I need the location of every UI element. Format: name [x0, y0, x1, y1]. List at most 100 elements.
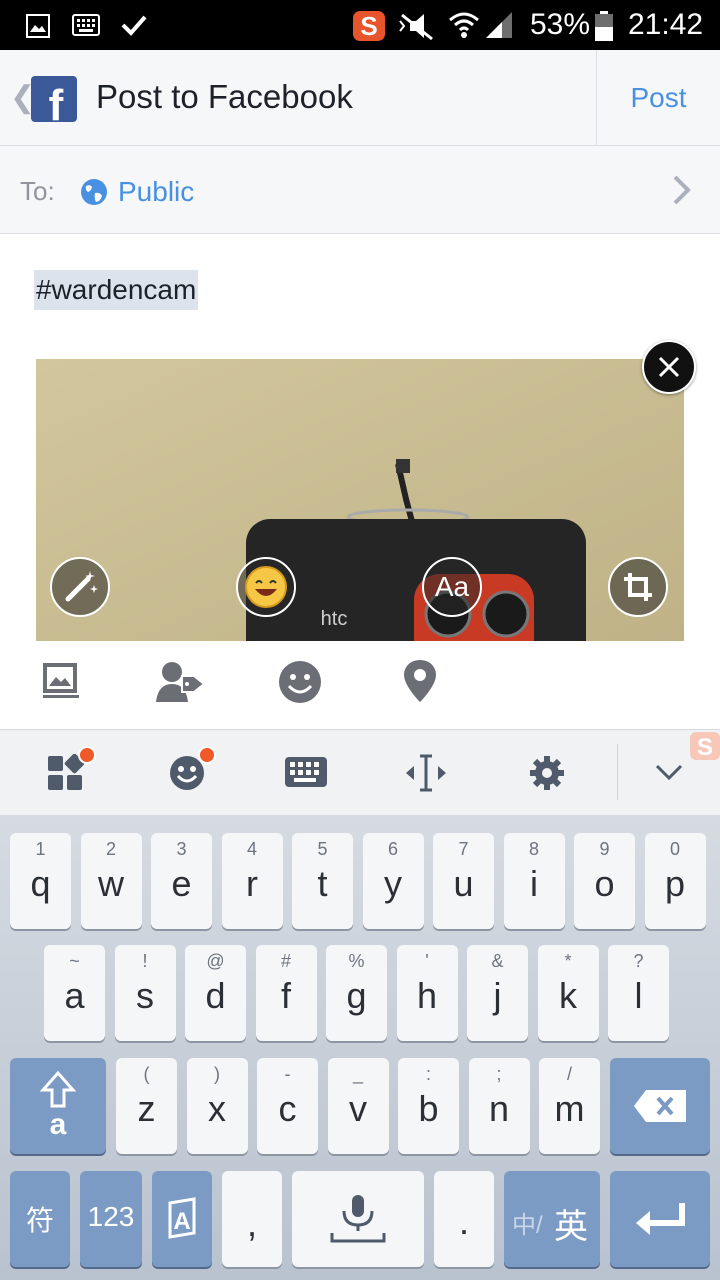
- key-label: a: [64, 975, 85, 1016]
- key-hint: 9: [599, 839, 610, 859]
- comma-key[interactable]: ,: [222, 1171, 282, 1267]
- key-e[interactable]: 3e: [151, 833, 212, 929]
- key-z[interactable]: (z: [116, 1058, 177, 1154]
- post-text-field[interactable]: #wardencam: [34, 270, 199, 310]
- key-label: n: [488, 1088, 510, 1129]
- key-hint: 1: [35, 839, 46, 859]
- wifi-icon: [449, 12, 479, 38]
- location-pin-icon[interactable]: [402, 658, 438, 704]
- key-hint: :: [425, 1064, 431, 1084]
- key-label: e: [171, 863, 192, 904]
- key-u[interactable]: 7u: [433, 833, 494, 929]
- keyboard-layout-icon[interactable]: [284, 756, 328, 790]
- key-k[interactable]: * k: [537, 945, 599, 1041]
- key-hint: 2: [105, 839, 116, 859]
- enter-key[interactable]: [610, 1171, 710, 1267]
- tag-people-icon[interactable]: [154, 660, 206, 704]
- svg-text:S: S: [360, 11, 377, 41]
- key-hint: -: [284, 1064, 291, 1084]
- photo-gallery-icon[interactable]: [42, 662, 80, 702]
- symbols-key[interactable]: 符: [10, 1171, 70, 1267]
- key-hint: &: [491, 951, 504, 971]
- sticker-button[interactable]: [236, 557, 296, 617]
- key-b[interactable]: :b: [398, 1058, 459, 1154]
- text-overlay-button[interactable]: Aa: [422, 557, 482, 617]
- key-x[interactable]: ) x: [186, 1058, 248, 1154]
- key-label: d: [205, 975, 226, 1016]
- microphone-icon: [330, 1195, 386, 1243]
- key-h[interactable]: ' h: [396, 945, 458, 1041]
- key-label: m: [554, 1088, 585, 1129]
- page-title: Post to Facebook: [96, 78, 353, 115]
- key-o[interactable]: 9o: [574, 833, 635, 929]
- key-y[interactable]: 6y: [362, 833, 424, 929]
- key-d[interactable]: @ d: [185, 945, 246, 1041]
- audience-selector[interactable]: To: Public: [0, 146, 720, 234]
- numbers-key-label: 123: [87, 1201, 135, 1232]
- key-j[interactable]: & j: [467, 945, 528, 1041]
- key-m[interactable]: / m: [539, 1058, 600, 1154]
- key-label: r: [246, 863, 258, 904]
- key-label: x: [208, 1088, 226, 1129]
- gear-icon[interactable]: [528, 754, 566, 792]
- signal-icon: [486, 12, 512, 38]
- key-n[interactable]: ; n: [468, 1058, 530, 1154]
- key-hint: ~: [69, 951, 80, 971]
- shift-arrow-icon: [40, 1070, 76, 1108]
- key-c[interactable]: -c: [257, 1058, 318, 1154]
- comma-key-label: ,: [246, 1203, 257, 1244]
- space-key[interactable]: [292, 1171, 424, 1267]
- key-hint: ': [425, 951, 429, 971]
- cursor-move-icon[interactable]: [404, 752, 448, 794]
- clock: 21:42: [628, 8, 704, 41]
- battery-icon: [595, 11, 613, 41]
- language-switch-key[interactable]: 中/ 英: [504, 1171, 600, 1267]
- post-button[interactable]: Post: [596, 50, 720, 146]
- key-s[interactable]: ! s: [114, 945, 176, 1041]
- key-a[interactable]: ~ a: [44, 945, 105, 1041]
- key-w[interactable]: 2w: [80, 833, 142, 929]
- photo-image: htc: [36, 359, 684, 641]
- crop-button[interactable]: [608, 557, 668, 617]
- key-q[interactable]: 1q: [10, 833, 71, 929]
- audience-value: Public: [118, 176, 195, 207]
- magic-wand-button[interactable]: [50, 557, 110, 617]
- key-g[interactable]: % g: [326, 945, 387, 1041]
- key-label: i: [530, 863, 538, 904]
- language-label-en: 英: [554, 1208, 588, 1246]
- soft-keyboard: 1q2w3e4r5t6y7u8i9o0p ~ a! s @ d # f% g ' h & j * k? l …: [0, 815, 720, 1280]
- key-hint: ;: [496, 1064, 502, 1084]
- key-l[interactable]: ? l: [608, 945, 669, 1041]
- handwriting-key[interactable]: A: [152, 1171, 212, 1267]
- globe-icon: [81, 179, 107, 205]
- svg-text:f: f: [49, 81, 64, 122]
- key-f[interactable]: # f: [255, 945, 317, 1041]
- key-r[interactable]: 4r: [221, 833, 283, 929]
- key-hint: #: [280, 951, 291, 971]
- period-key[interactable]: .: [434, 1171, 494, 1267]
- key-v[interactable]: _ v: [327, 1058, 389, 1154]
- key-i[interactable]: 8i: [503, 833, 565, 929]
- header-bar: ❮ f Post to Facebook Post: [0, 50, 720, 146]
- apps-grid-icon[interactable]: [46, 754, 84, 792]
- key-label: g: [346, 975, 367, 1016]
- chevron-right-icon: [673, 175, 691, 205]
- key-t[interactable]: 5t: [292, 833, 353, 929]
- key-p[interactable]: 0p: [644, 833, 706, 929]
- shift-key[interactable]: a: [10, 1058, 106, 1154]
- close-icon: [658, 356, 680, 378]
- text-overlay-label: Aa: [434, 571, 470, 602]
- remove-photo-button[interactable]: [642, 340, 696, 394]
- chevron-down-icon[interactable]: [654, 762, 684, 782]
- key-hint: 5: [317, 839, 328, 859]
- period-key-label: .: [458, 1201, 469, 1242]
- backspace-icon: [634, 1090, 686, 1122]
- key-hint: 4: [246, 839, 257, 859]
- numbers-key[interactable]: 123: [80, 1171, 142, 1267]
- facebook-logo-icon: f: [31, 76, 77, 130]
- key-hint: 7: [458, 839, 469, 859]
- backspace-key[interactable]: [610, 1058, 710, 1154]
- key-hint: ): [214, 1064, 220, 1084]
- key-label: y: [384, 863, 402, 904]
- feeling-smiley-icon[interactable]: [278, 660, 322, 704]
